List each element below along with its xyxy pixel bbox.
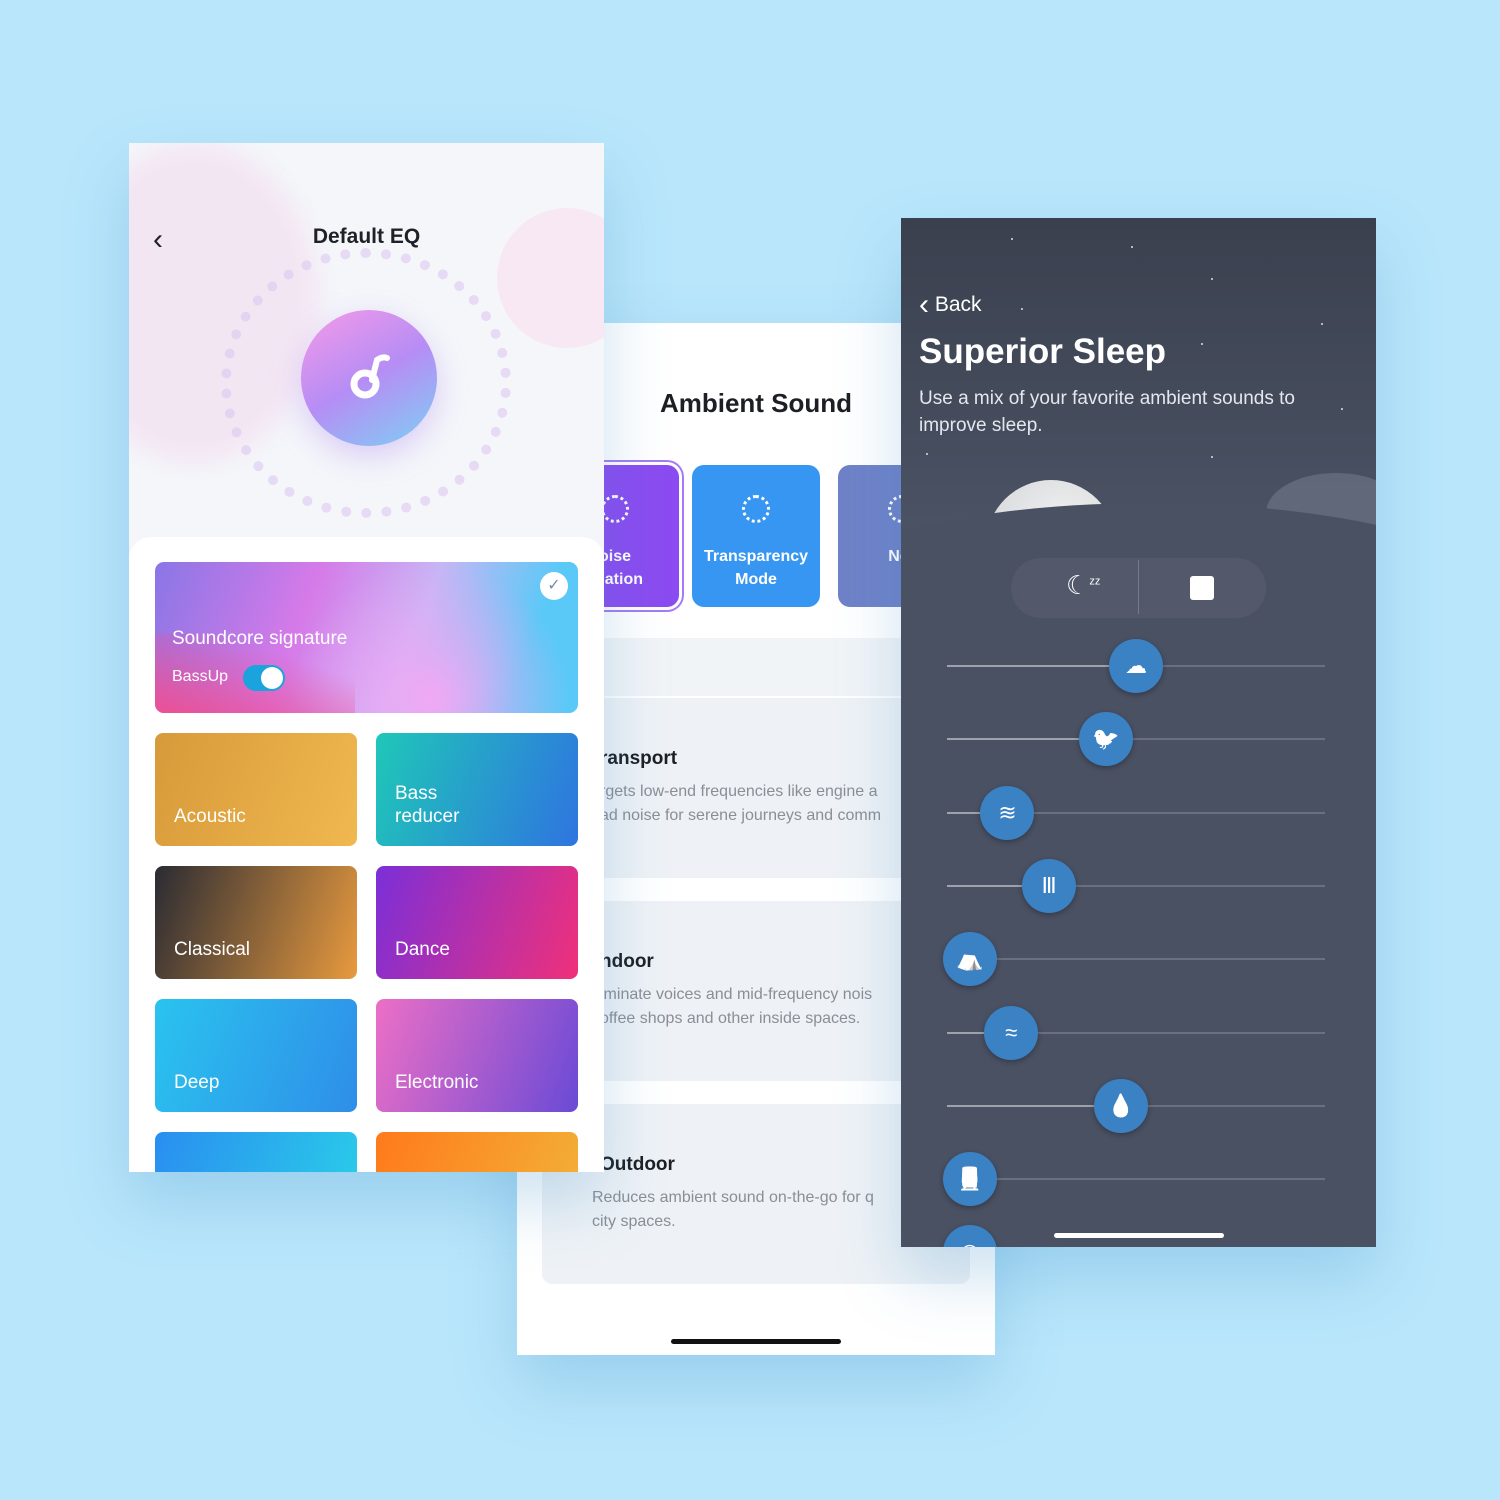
default-eq-screen: ‹ Default EQ Soundcore signature BassUp … bbox=[129, 143, 604, 1172]
mode-label: Transparency Mode bbox=[703, 548, 809, 588]
home-indicator bbox=[671, 1339, 841, 1344]
preset-name: Acoustic bbox=[174, 806, 246, 827]
bird-icon: 🐦 bbox=[1092, 726, 1120, 752]
stop-icon[interactable] bbox=[1190, 576, 1214, 600]
slider-thumb[interactable]: ≈ bbox=[984, 1005, 1039, 1060]
star bbox=[1201, 343, 1203, 345]
bassup-toggle[interactable] bbox=[243, 665, 285, 691]
wind-chime-icon: Ⅲ bbox=[1041, 872, 1057, 898]
preset-tile[interactable]: Bass reducer bbox=[376, 733, 578, 846]
mode-card[interactable]: Transparency Mode bbox=[692, 465, 820, 607]
chevron-left-icon: ‹ bbox=[919, 288, 929, 321]
preset-name: Dance bbox=[395, 939, 450, 960]
toggle-knob bbox=[261, 667, 283, 689]
star bbox=[1211, 278, 1213, 280]
superior-sleep-screen: ‹ Back Superior Sleep Use a mix of your … bbox=[901, 218, 1376, 1247]
preset-name: Classical bbox=[174, 939, 251, 960]
preset-tile[interactable]: Dance bbox=[376, 866, 578, 979]
preset-tile[interactable]: Electronic bbox=[376, 999, 578, 1112]
preset-tile[interactable]: Classical bbox=[155, 866, 357, 979]
preset-tile[interactable] bbox=[376, 1132, 578, 1172]
music-note-icon bbox=[350, 354, 390, 399]
profile-title: ransport bbox=[600, 748, 678, 769]
slider-thumb[interactable]: Ⅲ bbox=[1022, 858, 1077, 913]
star bbox=[926, 453, 928, 455]
wind-icon: ≋ bbox=[998, 799, 1017, 825]
page-subtitle: Use a mix of your favorite ambient sound… bbox=[919, 388, 1295, 436]
profile-description: city spaces. bbox=[592, 1213, 676, 1230]
preset-card-soundcore-signature[interactable]: Soundcore signature BassUp ✓ bbox=[155, 562, 578, 713]
preset-name: Soundcore signature bbox=[172, 628, 348, 649]
slider-thumb[interactable]: 💧 bbox=[1093, 1078, 1148, 1133]
star bbox=[1131, 246, 1133, 248]
profile-description: Reduces ambient sound on-the-go for q bbox=[592, 1189, 874, 1206]
fan-icon: ◎ bbox=[960, 1239, 979, 1247]
slider-thumb[interactable]: 🐦 bbox=[1078, 712, 1133, 767]
back-button[interactable]: ‹ Back bbox=[919, 288, 982, 322]
profile-description: iminate voices and mid-frequency nois bbox=[600, 986, 873, 1003]
slider-thumb[interactable]: ☁ bbox=[1109, 639, 1163, 693]
divider bbox=[1138, 560, 1139, 614]
person-sound-icon bbox=[601, 495, 629, 523]
slider-thumb[interactable]: ≋ bbox=[980, 785, 1035, 840]
preset-tile[interactable] bbox=[155, 1132, 357, 1172]
back-label: Back bbox=[934, 293, 982, 316]
profile-description: offee shops and other inside spaces. bbox=[600, 1010, 861, 1027]
selected-check-icon: ✓ bbox=[540, 572, 568, 600]
profile-title: Outdoor bbox=[600, 1154, 675, 1175]
slider-track[interactable] bbox=[947, 958, 1325, 961]
slider-fill bbox=[947, 665, 1136, 667]
star bbox=[1211, 456, 1213, 458]
preset-tile[interactable]: Acoustic bbox=[155, 733, 357, 846]
train-icon: 🚆 bbox=[955, 1166, 984, 1192]
playback-controls: ☾zz bbox=[1011, 558, 1266, 618]
star bbox=[1341, 408, 1343, 410]
profile-description: ad noise for serene journeys and comm bbox=[600, 807, 882, 824]
tent-icon: ⛺ bbox=[955, 946, 984, 972]
slider-thumb[interactable]: ⛺ bbox=[942, 932, 997, 987]
bassup-label: BassUp bbox=[172, 668, 229, 685]
star bbox=[1021, 308, 1023, 310]
profile-title: ndoor bbox=[600, 951, 654, 972]
person-sound-icon bbox=[742, 495, 770, 523]
star bbox=[1011, 238, 1013, 240]
preset-name: Electronic bbox=[395, 1072, 479, 1093]
moon-zzz-icon[interactable]: ☾zz bbox=[1066, 570, 1100, 601]
slider-thumb[interactable]: 🚆 bbox=[942, 1152, 997, 1207]
preset-name: Deep bbox=[174, 1072, 220, 1093]
preset-name: Bass reducer bbox=[395, 783, 460, 827]
page-title: Superior Sleep bbox=[919, 332, 1167, 371]
rain-cloud-icon: ☁ bbox=[1125, 653, 1147, 678]
home-indicator bbox=[1054, 1233, 1224, 1238]
waves-icon: ≈ bbox=[1005, 1019, 1018, 1045]
star bbox=[1321, 323, 1323, 325]
page-title: Default EQ bbox=[312, 225, 421, 248]
soundcore-logo bbox=[301, 310, 437, 446]
slider-track[interactable] bbox=[947, 1178, 1325, 1181]
preset-tile[interactable]: Deep bbox=[155, 999, 357, 1112]
water-drop-icon: 💧 bbox=[1107, 1092, 1135, 1118]
profile-description: rgets low-end frequencies like engine a bbox=[600, 783, 878, 800]
